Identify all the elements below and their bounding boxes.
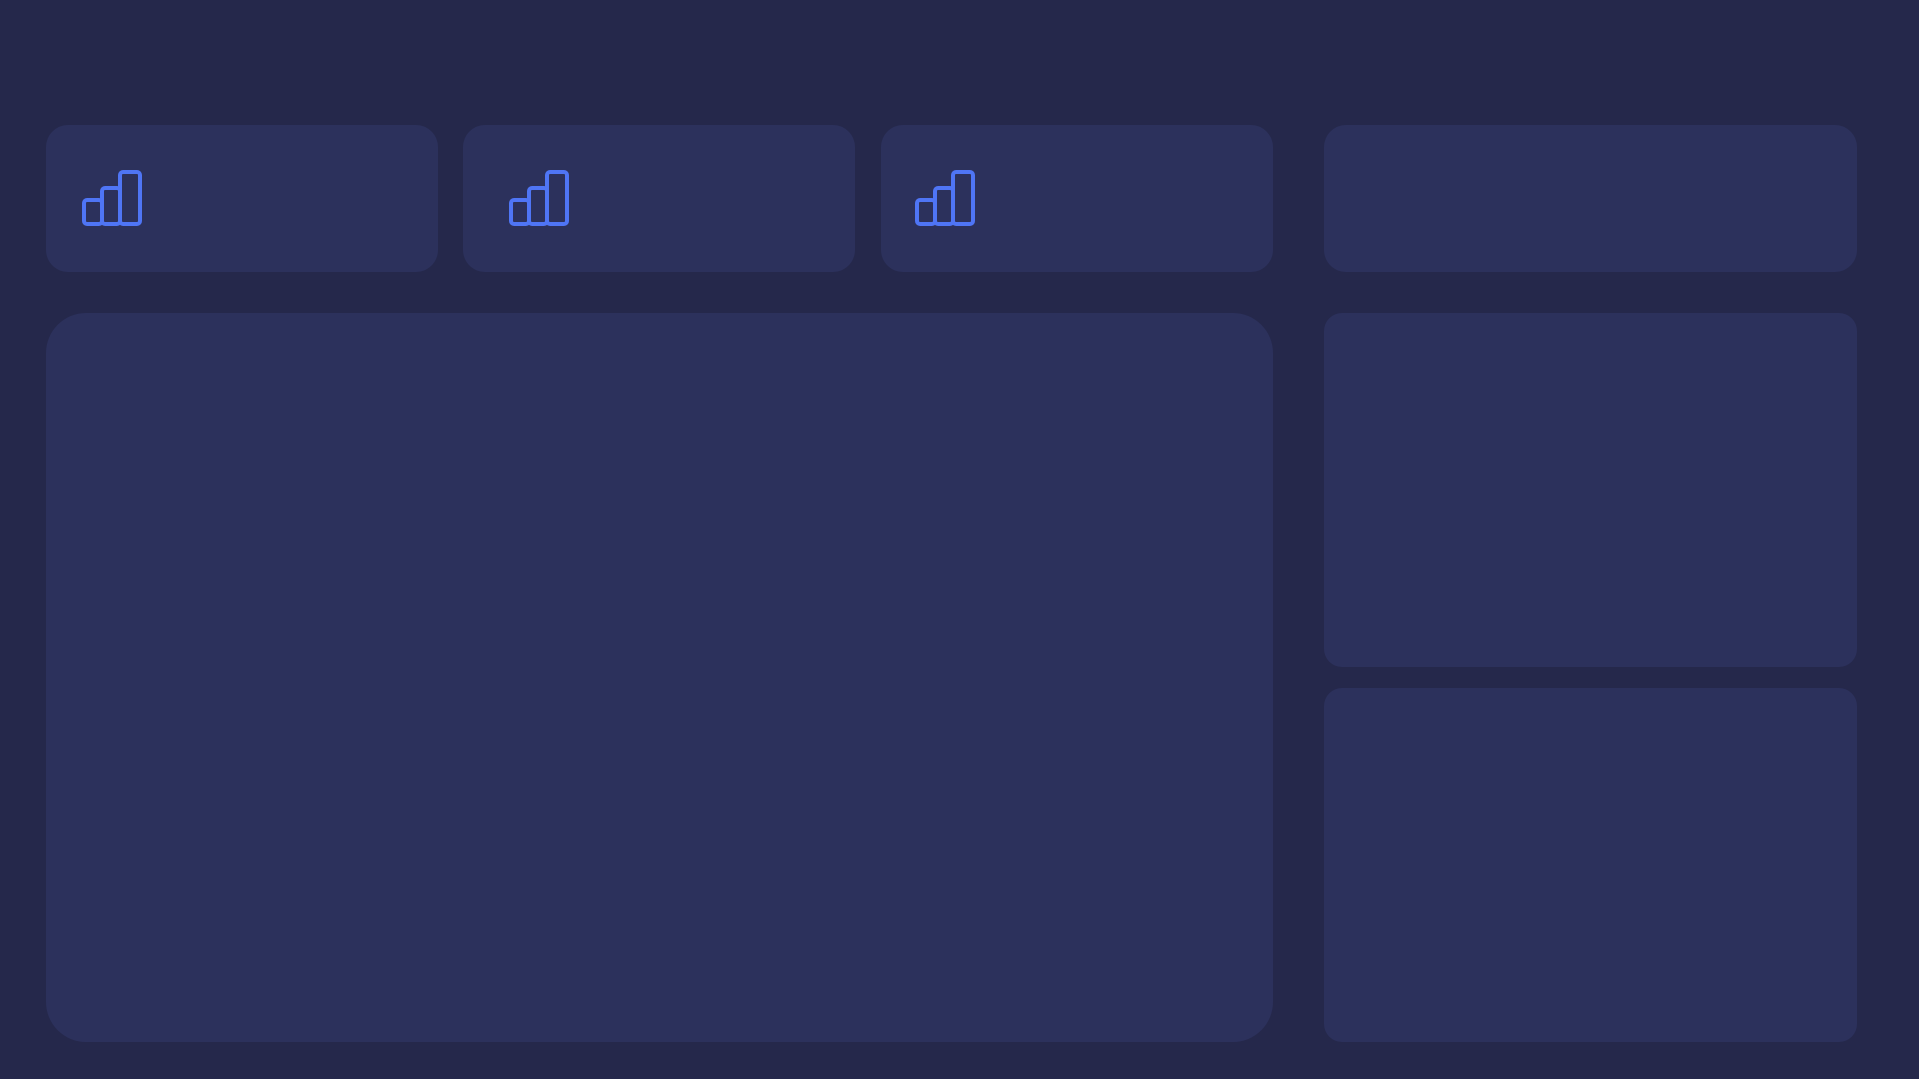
stat-card-2 — [463, 125, 855, 272]
stat-card-1 — [46, 125, 438, 272]
side-summary-card — [1324, 125, 1857, 272]
side-panel-bottom — [1324, 688, 1857, 1042]
dashboard-page — [0, 0, 1919, 1079]
bar-chart-icon — [508, 168, 572, 228]
bar-chart-icon — [914, 168, 978, 228]
side-panel-middle — [1324, 313, 1857, 667]
main-panel — [46, 313, 1273, 1042]
stat-card-3 — [881, 125, 1273, 272]
bar-chart-icon — [81, 168, 145, 228]
